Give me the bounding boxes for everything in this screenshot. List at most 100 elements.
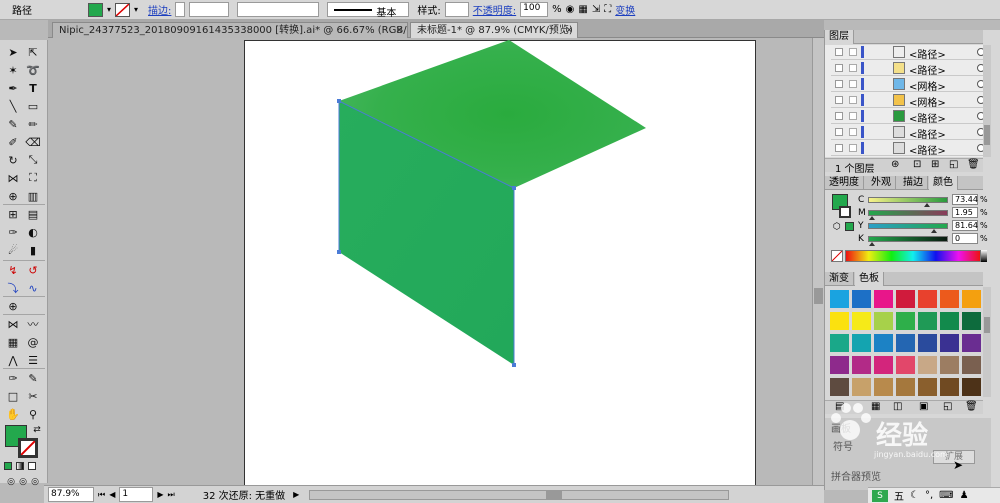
color-swatch[interactable]	[829, 311, 850, 331]
ime-mode-label[interactable]: 五	[894, 488, 904, 503]
brush-definition-dropdown[interactable]: 基本	[327, 2, 410, 19]
first-page-icon[interactable]: ⏮	[98, 490, 105, 500]
transform-label[interactable]: 变换	[615, 2, 635, 17]
isolate-icon[interactable]: ⇲	[592, 4, 600, 15]
spiral-tool-icon[interactable]: @	[24, 334, 42, 350]
layer-row[interactable]: <路径>	[831, 61, 991, 77]
sogou-icon[interactable]: S	[872, 489, 888, 502]
slider-thumb[interactable]	[869, 241, 875, 246]
fill-swatch[interactable]	[88, 2, 103, 17]
moon-icon[interactable]: ☾	[910, 490, 919, 501]
punctuation-icon[interactable]: °,	[925, 490, 933, 501]
color-swatch[interactable]	[917, 333, 938, 353]
lasso-tool-icon[interactable]: ➰	[24, 62, 42, 78]
tab-nipic[interactable]: Nipic_24377523_20180909161435338000 [转换]…	[52, 22, 408, 52]
magic-wand-tool-icon[interactable]: ✶	[4, 62, 22, 78]
prev-page-icon[interactable]: ◀	[109, 490, 115, 499]
make-clipping-mask-icon[interactable]: ⊡	[913, 159, 921, 170]
layer-row[interactable]: <路径>	[831, 125, 991, 141]
page-field[interactable]: 1	[119, 487, 154, 502]
anchor-point[interactable]	[337, 99, 341, 103]
user-icon[interactable]: ♟	[960, 490, 969, 501]
width-tool-icon[interactable]: ⋈	[4, 170, 22, 186]
warp-tool-icon[interactable]: ↯	[4, 262, 22, 278]
channel-value-field[interactable]: 81.64	[952, 220, 978, 231]
spectrum-bar[interactable]	[845, 250, 981, 262]
stroke-weight-field[interactable]	[189, 2, 230, 17]
color-swatch[interactable]	[961, 355, 982, 375]
free-transform-tool-icon[interactable]: ⛶	[24, 170, 42, 186]
none-color-icon[interactable]	[831, 250, 843, 262]
zoom-tool-icon[interactable]: ⚲	[24, 406, 42, 422]
stroke-weight-stepper[interactable]	[175, 2, 186, 17]
direct-selection-tool-icon[interactable]: ⇱	[24, 44, 42, 60]
opacity-label[interactable]: 不透明度:	[473, 2, 516, 17]
color-swatch[interactable]	[895, 289, 916, 309]
select-similar-icon[interactable]: ⛶	[604, 4, 611, 15]
next-page-icon[interactable]: ▶	[157, 490, 163, 499]
swatch-options-icon[interactable]: ◫	[893, 401, 902, 412]
eyedropper-alt-icon[interactable]: ✑	[4, 370, 22, 386]
color-slider-m[interactable]: M 1.95 %	[858, 207, 988, 220]
color-swatch[interactable]	[917, 377, 938, 397]
rotate-tool-icon[interactable]: ↻	[4, 152, 22, 168]
color-swatch[interactable]	[895, 311, 916, 331]
keyboard-icon[interactable]: ⌨	[939, 490, 953, 501]
color-swatch[interactable]	[873, 355, 894, 375]
layer-row[interactable]: <路径>	[831, 45, 991, 61]
color-swatch[interactable]	[961, 333, 982, 353]
fill-dropdown-icon[interactable]: ▾	[107, 5, 111, 14]
color-swatch[interactable]	[939, 289, 960, 309]
color-swatch[interactable]	[939, 377, 960, 397]
channel-value-field[interactable]: 73.44	[952, 194, 978, 205]
pucker-tool-icon[interactable]: ⤵	[4, 280, 22, 296]
spectrum-white-black[interactable]	[981, 250, 987, 262]
eraser-tool-icon[interactable]: ⌫	[24, 134, 42, 150]
color-stroke-box[interactable]	[839, 206, 851, 218]
scale-tool-icon[interactable]: ⤡	[24, 152, 42, 168]
type-tool-icon[interactable]: T	[24, 80, 42, 96]
color-swatch[interactable]	[917, 355, 938, 375]
pencil-tool-icon[interactable]: ✏	[24, 116, 42, 132]
variable-width-dropdown[interactable]	[237, 2, 320, 17]
last-page-icon[interactable]: ⏭	[168, 490, 175, 500]
layer-row[interactable]: <路径>	[831, 109, 991, 125]
column-graph-tool-icon[interactable]: ▮	[24, 242, 42, 258]
grid-tool-icon[interactable]: ▦	[4, 334, 22, 350]
color-swatch[interactable]	[873, 377, 894, 397]
layer-row[interactable]: <路径>	[831, 141, 991, 157]
color-swatch[interactable]	[851, 333, 872, 353]
color-swatch[interactable]	[961, 289, 982, 309]
new-swatch-icon[interactable]: ◱	[943, 401, 952, 412]
color-swatch[interactable]	[939, 355, 960, 375]
new-sublayer-icon[interactable]: ⊞	[931, 159, 939, 170]
color-swatch[interactable]	[851, 355, 872, 375]
rectangle-tool-icon[interactable]: ▭	[24, 98, 42, 114]
opacity-field[interactable]: 100	[520, 2, 549, 17]
color-swatch[interactable]	[939, 333, 960, 353]
artboard-tool-icon[interactable]: □	[4, 388, 22, 404]
hand-tool-icon[interactable]: ✋	[4, 406, 22, 422]
slider-track[interactable]	[868, 222, 948, 233]
channel-value-field[interactable]: 1.95	[952, 207, 978, 218]
zoom-field[interactable]: 87.9%	[48, 487, 94, 502]
zigzag-tool-icon[interactable]: ⋀	[4, 352, 22, 368]
graphic-style-dropdown[interactable]	[444, 2, 469, 17]
tab-swatches[interactable]: 色板	[855, 272, 884, 286]
slider-track[interactable]	[868, 209, 948, 220]
color-swatch[interactable]	[873, 311, 894, 331]
color-swatch[interactable]	[873, 289, 894, 309]
symbol-sprayer-tool-icon[interactable]: ☄	[4, 242, 22, 258]
layers-scrollbar[interactable]	[983, 45, 991, 157]
tab-gradient[interactable]: 渐变	[825, 272, 854, 286]
color-swatch[interactable]	[829, 377, 850, 397]
color-swatch[interactable]	[939, 311, 960, 331]
tab-layers[interactable]: 图层	[825, 30, 854, 44]
color-slider-y[interactable]: Y 81.64 %	[858, 220, 988, 233]
eyedropper-tool-icon[interactable]: ✑	[4, 224, 22, 240]
delete-swatch-icon[interactable]: 🗑	[965, 401, 978, 412]
stroke-label[interactable]: 描边:	[148, 2, 171, 17]
color-swatch[interactable]	[829, 289, 850, 309]
color-swatch[interactable]	[829, 333, 850, 353]
swatches-scrollbar[interactable]	[983, 287, 991, 397]
